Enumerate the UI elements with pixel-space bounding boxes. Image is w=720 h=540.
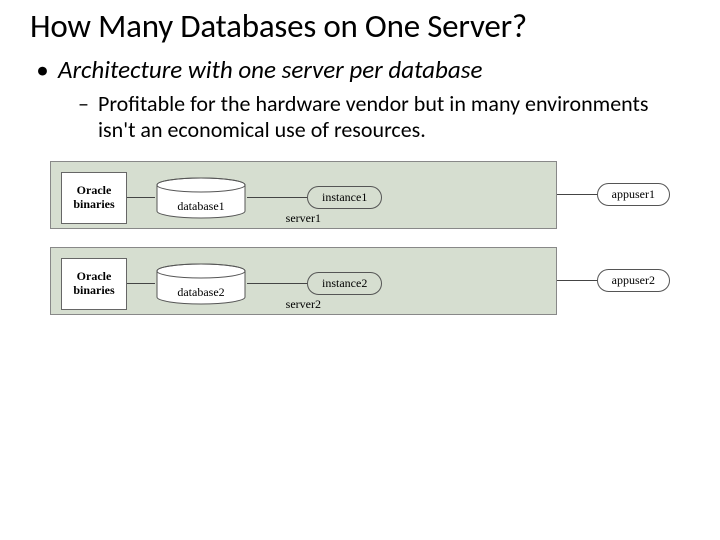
server-2-container: Oracle binaries database2 — [50, 247, 557, 315]
appuser-pill-2: appuser2 — [597, 269, 670, 292]
bullet-level-1: Architecture with one server per databas… — [30, 56, 690, 85]
appuser-cell-1: appuser1 — [557, 183, 670, 206]
binaries-label-1: Oracle — [62, 184, 126, 198]
connector-line — [247, 197, 307, 198]
server-label-2: server2 — [51, 295, 556, 312]
instance-pill-2: instance2 — [307, 272, 382, 295]
connector-line — [127, 197, 155, 198]
appuser-cell-2: appuser2 — [557, 269, 670, 292]
instance-pill-1: instance1 — [307, 186, 382, 209]
connector-line — [247, 283, 307, 284]
connector-line — [127, 283, 155, 284]
binaries-label-1: Oracle — [62, 270, 126, 284]
server-1-container: Oracle binaries database1 — [50, 161, 557, 229]
slide-title: How Many Databases on One Server? — [30, 6, 690, 46]
bullet-level-2: Profitable for the hardware vendor but i… — [30, 91, 690, 143]
slide: How Many Databases on One Server? Archit… — [0, 0, 720, 315]
server-label-1: server1 — [51, 209, 556, 226]
appuser-pill-1: appuser1 — [597, 183, 670, 206]
server-block-2: Oracle binaries database2 — [50, 247, 670, 315]
connector-line — [557, 280, 597, 281]
connector-line — [557, 194, 597, 195]
server-block-1: Oracle binaries database1 — [50, 161, 670, 229]
architecture-diagram: Oracle binaries database1 — [30, 161, 690, 315]
